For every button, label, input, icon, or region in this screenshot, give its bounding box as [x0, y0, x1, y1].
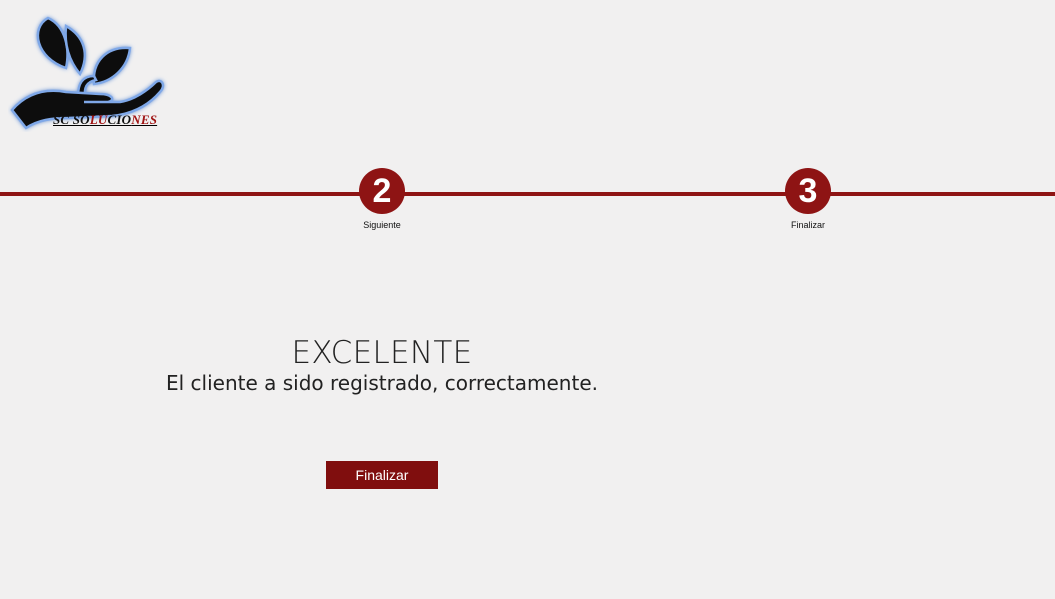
step-2[interactable]: 2 Siguiente — [342, 168, 422, 230]
company-logo[interactable]: SC SOLUCIONES — [8, 6, 168, 132]
logo-wordmark: SC SOLUCIONES — [53, 112, 158, 127]
success-subtitle: El cliente a sido registrado, correctame… — [165, 371, 598, 395]
step-3[interactable]: 3 Finalizar — [768, 168, 848, 230]
success-message: EXCELENTE El cliente a sido registrado, … — [140, 334, 624, 397]
progress-line — [0, 192, 1055, 196]
step-3-label: Finalizar — [790, 220, 825, 230]
finish-button[interactable]: Finalizar — [326, 461, 438, 489]
success-title: EXCELENTE — [291, 335, 473, 371]
page: SC SOLUCIONES 2 Siguiente 3 Finalizar EX… — [0, 0, 1055, 599]
step-3-circle[interactable]: 3 — [785, 168, 831, 214]
step-2-label: Siguiente — [363, 220, 401, 230]
step-2-circle[interactable]: 2 — [359, 168, 405, 214]
